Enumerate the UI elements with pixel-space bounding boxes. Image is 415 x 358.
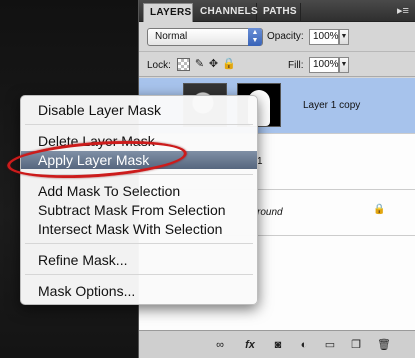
fill-label: Fill: <box>288 60 304 71</box>
menu-item-intersect-mask-with-selection[interactable]: Intersect Mask With Selection <box>21 220 257 238</box>
tab-layers[interactable]: LAYERS <box>143 3 193 22</box>
menu-item-refine-mask[interactable]: Refine Mask... <box>21 251 257 269</box>
fill-field[interactable]: 100% <box>309 57 339 73</box>
opacity-field[interactable]: 100% <box>309 29 339 45</box>
blend-mode-select[interactable]: Normal ▲ ▼ <box>147 28 263 46</box>
adjustment-icon[interactable]: ◐ <box>297 339 311 352</box>
blend-mode-value: Normal <box>155 31 188 42</box>
menu-separator <box>25 274 253 275</box>
menu-item-add-mask-to-selection[interactable]: Add Mask To Selection <box>21 182 257 200</box>
menu-separator <box>25 243 253 244</box>
group-icon[interactable]: ▭ <box>323 339 337 352</box>
layer-name[interactable]: round <box>257 207 283 218</box>
lock-label: Lock: <box>147 60 171 71</box>
add-mask-icon[interactable]: ◙ <box>271 339 285 352</box>
fill-dropdown-icon[interactable]: ▼ <box>339 57 349 73</box>
lock-transparency-icon[interactable] <box>177 58 190 71</box>
panel-menu-icon[interactable]: ▸≡ <box>396 5 410 17</box>
new-layer-icon[interactable]: ❐ <box>349 339 363 352</box>
layer-name[interactable]: Layer 1 copy <box>303 100 360 111</box>
lock-pixels-icon[interactable]: ✎ <box>193 58 206 71</box>
menu-item-mask-options[interactable]: Mask Options... <box>21 282 257 300</box>
layer-mask-context-menu: Disable Layer Mask Delete Layer Mask App… <box>20 95 258 305</box>
lock-position-icon[interactable]: ✥ <box>207 58 220 71</box>
panel-bottom-bar: ∞ fx ◙ ◐ ▭ ❐ 🗑 <box>139 330 415 358</box>
lock-icon: 🔒 <box>373 204 386 215</box>
menu-separator <box>25 124 253 125</box>
trash-icon[interactable]: 🗑 <box>377 339 391 352</box>
fx-icon[interactable]: fx <box>243 339 257 352</box>
lock-row: Lock: ✎ ✥ 🔒 Fill: 100% ▼ <box>139 53 415 77</box>
opacity-dropdown-icon[interactable]: ▼ <box>339 29 349 45</box>
blend-row: Normal ▲ ▼ Opacity: 100% ▼ <box>139 22 415 52</box>
lock-all-icon[interactable]: 🔒 <box>222 58 236 71</box>
tab-channels[interactable]: CHANNELS <box>194 3 258 22</box>
menu-item-disable-layer-mask[interactable]: Disable Layer Mask <box>21 101 257 119</box>
chevron-updown-icon: ▲ ▼ <box>248 28 262 46</box>
tab-paths[interactable]: PATHS <box>257 3 301 22</box>
link-icon[interactable]: ∞ <box>213 339 227 352</box>
menu-item-subtract-mask-from-selection[interactable]: Subtract Mask From Selection <box>21 201 257 219</box>
opacity-label: Opacity: <box>267 31 304 42</box>
panel-tab-bar: LAYERS CHANNELS PATHS ▸≡ <box>139 0 415 22</box>
